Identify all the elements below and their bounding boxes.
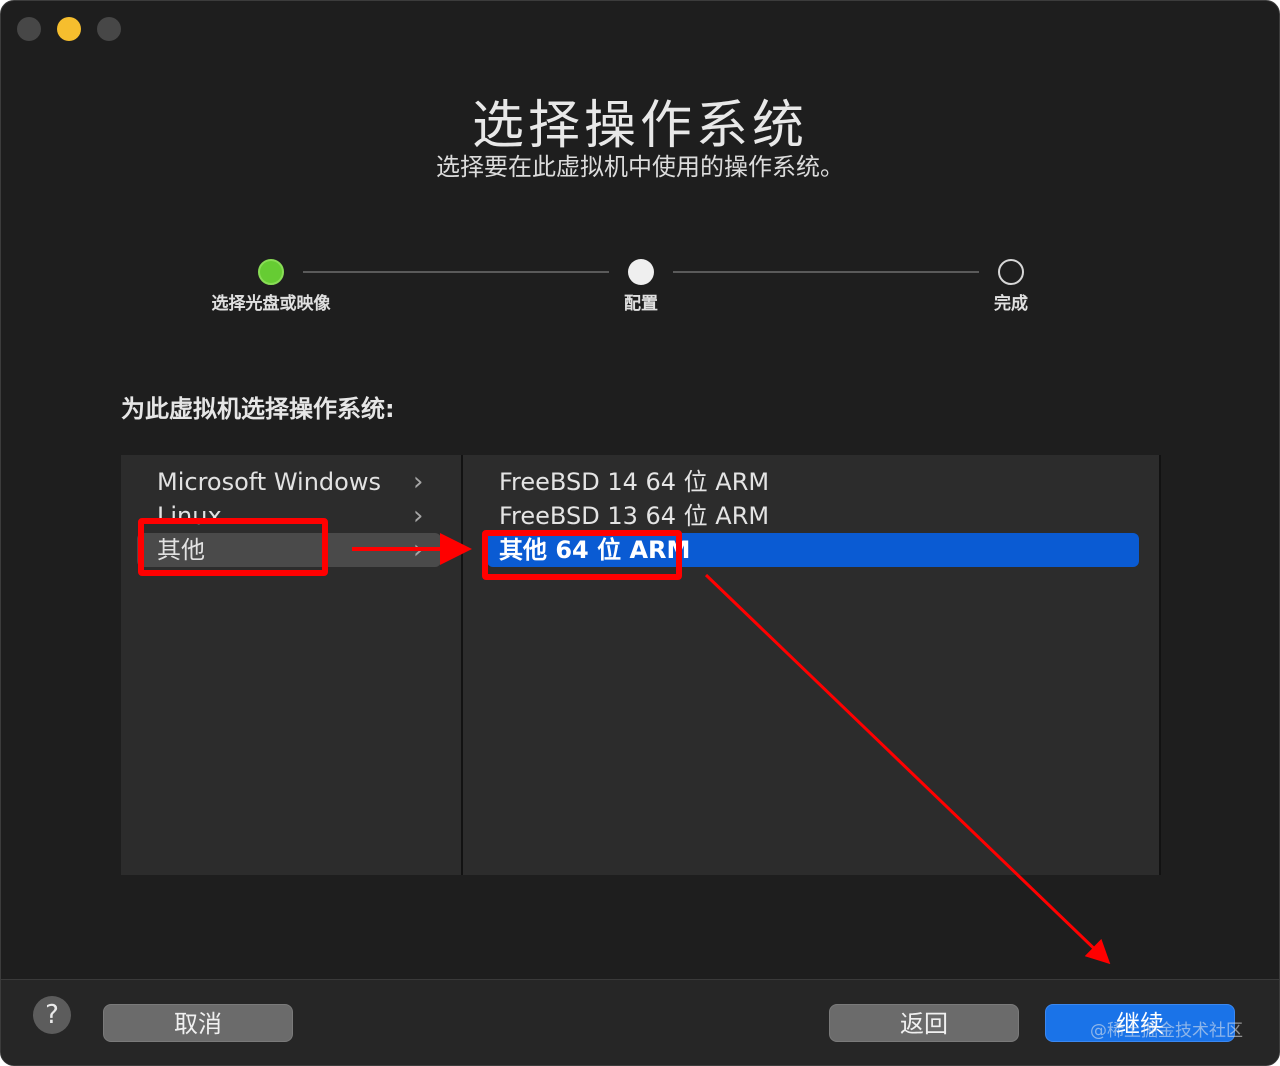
watermark: @稀土掘金技术社区: [1090, 1021, 1243, 1041]
annotation-arrows: [352, 533, 1111, 965]
annotation-arrow-diagonal: [704, 573, 1111, 965]
